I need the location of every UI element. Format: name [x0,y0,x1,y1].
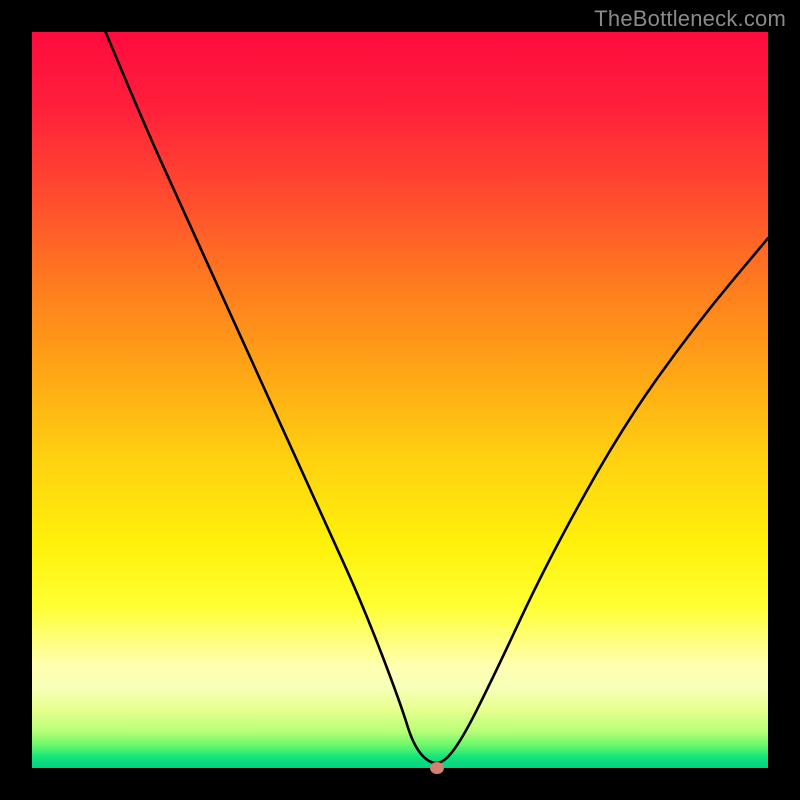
curve-path [106,32,768,763]
chart-root: TheBottleneck.com [0,0,800,800]
watermark-text: TheBottleneck.com [594,6,786,32]
plot-area [32,32,768,768]
bottleneck-curve [32,32,768,768]
optimum-marker [430,762,444,774]
